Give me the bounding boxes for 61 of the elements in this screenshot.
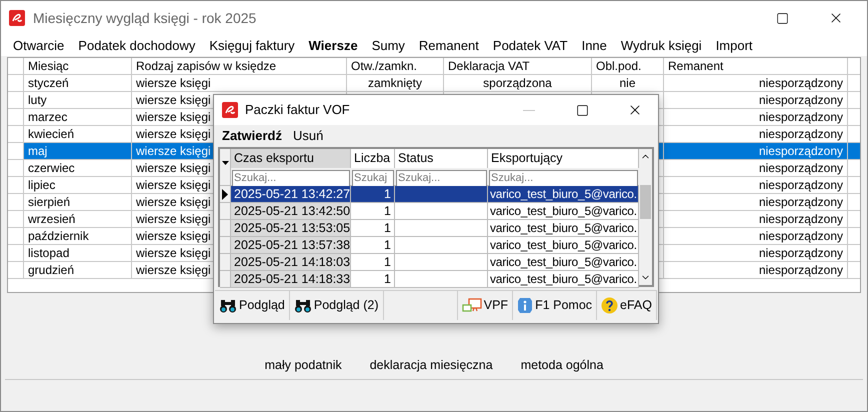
grid-cell: varico_test_biuro_5@varico. [490,238,637,252]
grid-cell: 2025-05-21 13:57:38 [234,238,350,252]
table-cell: sierpień [28,195,70,209]
table-cell: niesporządzony [758,127,843,141]
table-cell: niesporządzony [758,229,843,243]
grid-cell: 1 [384,272,391,286]
table-cell: wiersze księgi [136,246,211,260]
info-text: mały podatnik [264,357,342,374]
table-cell: niesporządzony [758,212,843,226]
table-cell: niesporządzony [758,178,843,192]
grid-cell: 1 [384,204,391,218]
table-cell: październik [28,229,89,243]
table-cell: luty [28,93,47,107]
grid-cell: 1 [384,238,391,252]
table-cell: wiersze księgi [136,76,211,90]
table-cell: niesporządzony [758,110,843,124]
table-cell: marzec [28,110,68,124]
table-cell: wiersze księgi [136,229,211,243]
table-cell: niesporządzony [758,263,843,277]
grid-cell: varico_test_biuro_5@varico. [490,187,637,201]
table-cell: wiersze księgi [136,161,211,175]
table-cell: wiersze księgi [136,110,211,124]
grid-cell: 2025-05-21 13:42:27 [234,187,350,201]
table-cell: wiersze księgi [136,178,211,192]
grid-cell: 2025-05-21 13:53:05 [234,221,350,235]
grid-cell: 2025-05-21 13:42:50 [234,204,350,218]
table-cell: wrzesień [28,212,76,226]
grid-cell: varico_test_biuro_5@varico. [490,204,637,218]
grid-cell: 1 [384,255,391,269]
grid-cell: varico_test_biuro_5@varico. [490,221,637,235]
info-text: deklaracja miesięczna [370,357,493,374]
table-cell: wiersze księgi [136,93,211,107]
table-cell: zamknięty [368,76,422,90]
table-cell: lipiec [28,178,56,192]
table-cell: kwiecień [28,127,74,141]
table-cell: wiersze księgi [136,263,211,277]
table-cell: listopad [28,246,70,260]
grid-cell: varico_test_biuro_5@varico. [490,255,637,269]
table-cell: niesporządzony [758,76,843,90]
table-cell: nie [619,76,636,90]
info-text: metoda ogólna [520,357,604,374]
table-cell: niesporządzony [758,195,843,209]
table-cell: niesporządzony [758,161,843,175]
table-cell: wiersze księgi [136,212,211,226]
table-cell: niesporządzony [758,246,843,260]
table-cell: wiersze księgi [136,195,211,209]
grid-cell: 2025-05-21 14:18:33 [234,272,350,286]
table-cell: czerwiec [28,161,75,175]
grid-cell: varico_test_biuro_5@varico. [490,272,637,286]
table-cell: sporządzona [483,76,552,90]
table-cell: styczeń [28,76,69,90]
table-cell: maj [28,144,48,158]
grid-cell: 1 [384,221,391,235]
table-cell: wiersze księgi [136,144,211,158]
window-title: Miesięczny wygląd księgi - rok 2025 [33,8,256,28]
table-cell: niesporządzony [758,144,843,158]
grid-cell: 1 [384,187,391,201]
table-cell: grudzień [28,263,74,277]
table-cell: wiersze księgi [136,127,211,141]
grid-cell: 2025-05-21 14:18:03 [234,255,350,269]
table-cell: niesporządzony [758,93,843,107]
